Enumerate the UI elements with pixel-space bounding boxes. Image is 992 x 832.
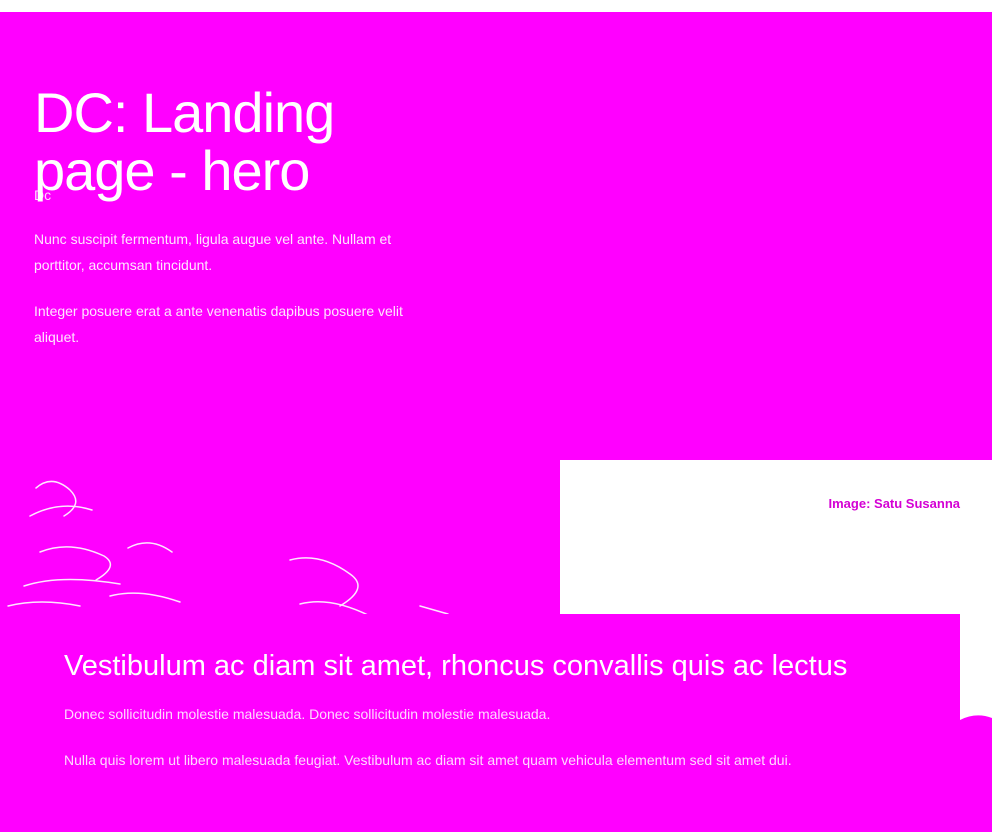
image-caption: Image: Satu Susanna: [828, 496, 960, 511]
hero-paragraph-secondary: Integer posuere erat a ante venenatis da…: [34, 303, 403, 345]
card-paragraph-secondary: Nulla quis lorem ut libero malesuada feu…: [64, 752, 792, 768]
hero-top-wave: [0, 12, 992, 36]
landing-page: DC: Landing page - hero Dc Nunc suscipit…: [0, 0, 992, 832]
hero-paragraph: Nunc suscipit fermentum, ligula augue ve…: [34, 231, 392, 273]
hero-bottom-wave: [560, 440, 992, 454]
card-heading: Vestibulum ac diam sit amet, rhoncus con…: [64, 650, 848, 682]
card-paragraph: Donec sollicitudin molestie malesuada. D…: [64, 706, 551, 722]
content-card: Vestibulum ac diam sit amet, rhoncus con…: [32, 614, 960, 832]
hero-subtitle: Dc: [34, 187, 52, 203]
hero-title: DC: Landing page - hero: [34, 81, 335, 202]
